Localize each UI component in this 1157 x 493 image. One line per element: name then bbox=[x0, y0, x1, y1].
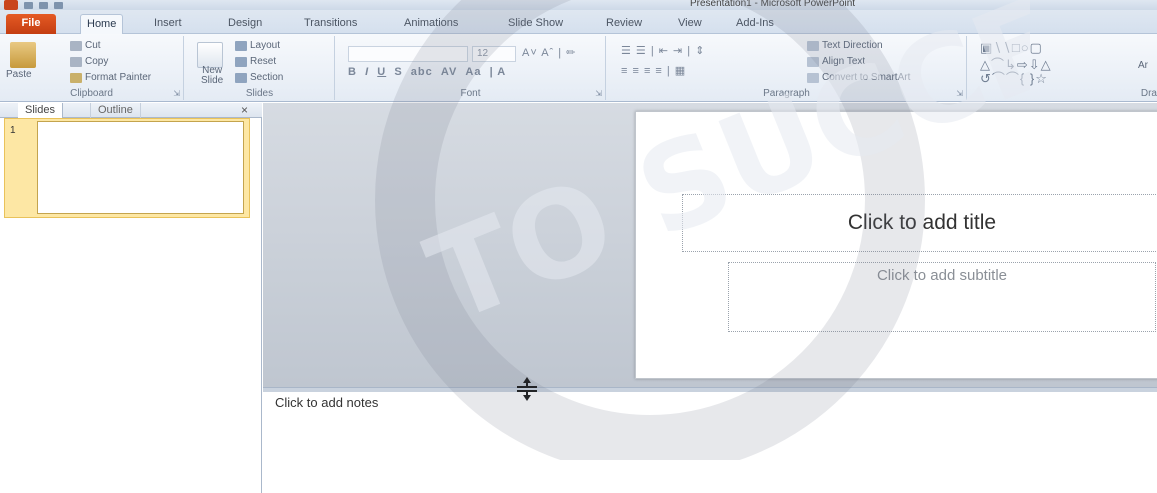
notes-pane[interactable]: Click to add notes bbox=[263, 392, 1157, 493]
layout-button[interactable]: Layout bbox=[235, 40, 280, 51]
subtitle-placeholder[interactable]: Click to add subtitle bbox=[728, 262, 1156, 332]
section-icon bbox=[235, 72, 247, 83]
slide-canvas[interactable]: Click to add title Click to add subtitle bbox=[635, 111, 1157, 379]
alignment-buttons[interactable]: ≡ ≡ ≡ ≡ | ▦ bbox=[621, 64, 686, 77]
clipboard-group: Paste Cut Copy Format Painter Clipboard … bbox=[0, 36, 184, 100]
notes-placeholder[interactable]: Click to add notes bbox=[275, 395, 378, 410]
slides-label: Slides bbox=[245, 88, 274, 99]
copy-button[interactable]: Copy bbox=[70, 56, 108, 67]
brush-icon bbox=[70, 72, 82, 83]
align-text-button[interactable]: Align Text bbox=[807, 56, 865, 67]
tab-file[interactable]: File bbox=[6, 14, 56, 34]
tab-design[interactable]: Design bbox=[222, 14, 268, 34]
resize-cursor-icon bbox=[517, 377, 537, 401]
font-size-combo[interactable]: 12 bbox=[472, 46, 516, 62]
align-text-icon bbox=[807, 56, 819, 67]
ribbon-tabs: File Home Insert Design Transitions Anim… bbox=[0, 10, 1157, 34]
convert-smartart-button[interactable]: Convert to SmartArt bbox=[807, 72, 910, 83]
format-painter-button[interactable]: Format Painter bbox=[70, 72, 151, 83]
text-direction-button[interactable]: Text Direction bbox=[807, 40, 883, 51]
tab-slide-show[interactable]: Slide Show bbox=[502, 14, 569, 34]
slides-outline-panel: Slides Outline × 1 bbox=[0, 103, 262, 493]
scissors-icon bbox=[70, 40, 82, 51]
tab-outline[interactable]: Outline bbox=[90, 103, 141, 118]
tab-insert[interactable]: Insert bbox=[148, 14, 188, 34]
font-label: Font bbox=[460, 88, 481, 99]
tab-slides[interactable]: Slides bbox=[18, 103, 63, 118]
layout-icon bbox=[235, 40, 247, 51]
drawing-label: Dra bbox=[1140, 88, 1157, 99]
font-dialog-launcher-icon[interactable]: ⇲ bbox=[595, 89, 602, 98]
paragraph-group: ☰ ☰ | ⇤ ⇥ | ⇕ ≡ ≡ ≡ ≡ | ▦ Text Direction… bbox=[607, 36, 967, 100]
shapes-gallery-row3[interactable]: ↺⌒⌒{ }☆ bbox=[980, 68, 1048, 87]
save-icon[interactable] bbox=[24, 1, 33, 9]
reset-button[interactable]: Reset bbox=[235, 56, 276, 67]
clipboard-label: Clipboard bbox=[70, 88, 113, 99]
window-title: Presentation1 - Microsoft PowerPoint bbox=[690, 0, 856, 9]
quick-access-toolbar bbox=[4, 0, 63, 10]
tab-home[interactable]: Home bbox=[80, 14, 124, 34]
paste-icon[interactable] bbox=[10, 42, 36, 68]
font-format-buttons[interactable]: B I U S abc AV Aa | A bbox=[348, 66, 506, 78]
redo-icon[interactable] bbox=[54, 1, 63, 9]
paste-button[interactable]: Paste bbox=[6, 69, 32, 80]
tab-transitions[interactable]: Transitions bbox=[298, 14, 363, 34]
panel-tabs: Slides Outline × bbox=[0, 103, 262, 118]
text-direction-icon bbox=[807, 40, 819, 51]
tab-view[interactable]: View bbox=[672, 14, 708, 34]
slide-thumbnail[interactable] bbox=[37, 121, 244, 214]
new-slide-button[interactable]: New Slide bbox=[201, 66, 223, 86]
dialog-launcher-icon[interactable]: ⇲ bbox=[173, 89, 180, 98]
slide-number: 1 bbox=[10, 125, 16, 136]
tab-review[interactable]: Review bbox=[600, 14, 648, 34]
paragraph-dialog-launcher-icon[interactable]: ⇲ bbox=[956, 89, 963, 98]
cut-button[interactable]: Cut bbox=[70, 40, 101, 51]
title-bar: Presentation1 - Microsoft PowerPoint bbox=[0, 0, 1157, 10]
paragraph-label: Paragraph bbox=[763, 88, 810, 99]
copy-icon bbox=[70, 56, 82, 67]
font-size-buttons[interactable]: A˅ Aˆ | ✏ bbox=[522, 46, 576, 59]
list-buttons[interactable]: ☰ ☰ | ⇤ ⇥ | ⇕ bbox=[621, 44, 705, 57]
title-placeholder[interactable]: Click to add title bbox=[682, 194, 1157, 252]
tab-add-ins[interactable]: Add-Ins bbox=[730, 14, 780, 34]
slides-group: New Slide Layout Reset Section Slides bbox=[185, 36, 335, 100]
powerpoint-logo-icon[interactable] bbox=[4, 0, 18, 10]
smartart-icon bbox=[807, 72, 819, 83]
close-icon[interactable]: × bbox=[241, 103, 248, 117]
tab-animations[interactable]: Animations bbox=[398, 14, 464, 34]
undo-icon[interactable] bbox=[39, 1, 48, 9]
drawing-group: ▣∖∖□○▢ △⌒↳⇨⇩△ ↺⌒⌒{ }☆ Ar Dra bbox=[968, 36, 1157, 100]
reset-icon bbox=[235, 56, 247, 67]
font-group: 12 A˅ Aˆ | ✏ B I U S abc AV Aa | A Font … bbox=[336, 36, 606, 100]
section-button[interactable]: Section bbox=[235, 72, 283, 83]
slide-editing-pane: Click to add title Click to add subtitle bbox=[263, 103, 1157, 387]
ribbon: Paste Cut Copy Format Painter Clipboard … bbox=[0, 34, 1157, 102]
arrange-button[interactable]: Ar bbox=[1138, 60, 1148, 71]
font-name-combo[interactable] bbox=[348, 46, 468, 62]
